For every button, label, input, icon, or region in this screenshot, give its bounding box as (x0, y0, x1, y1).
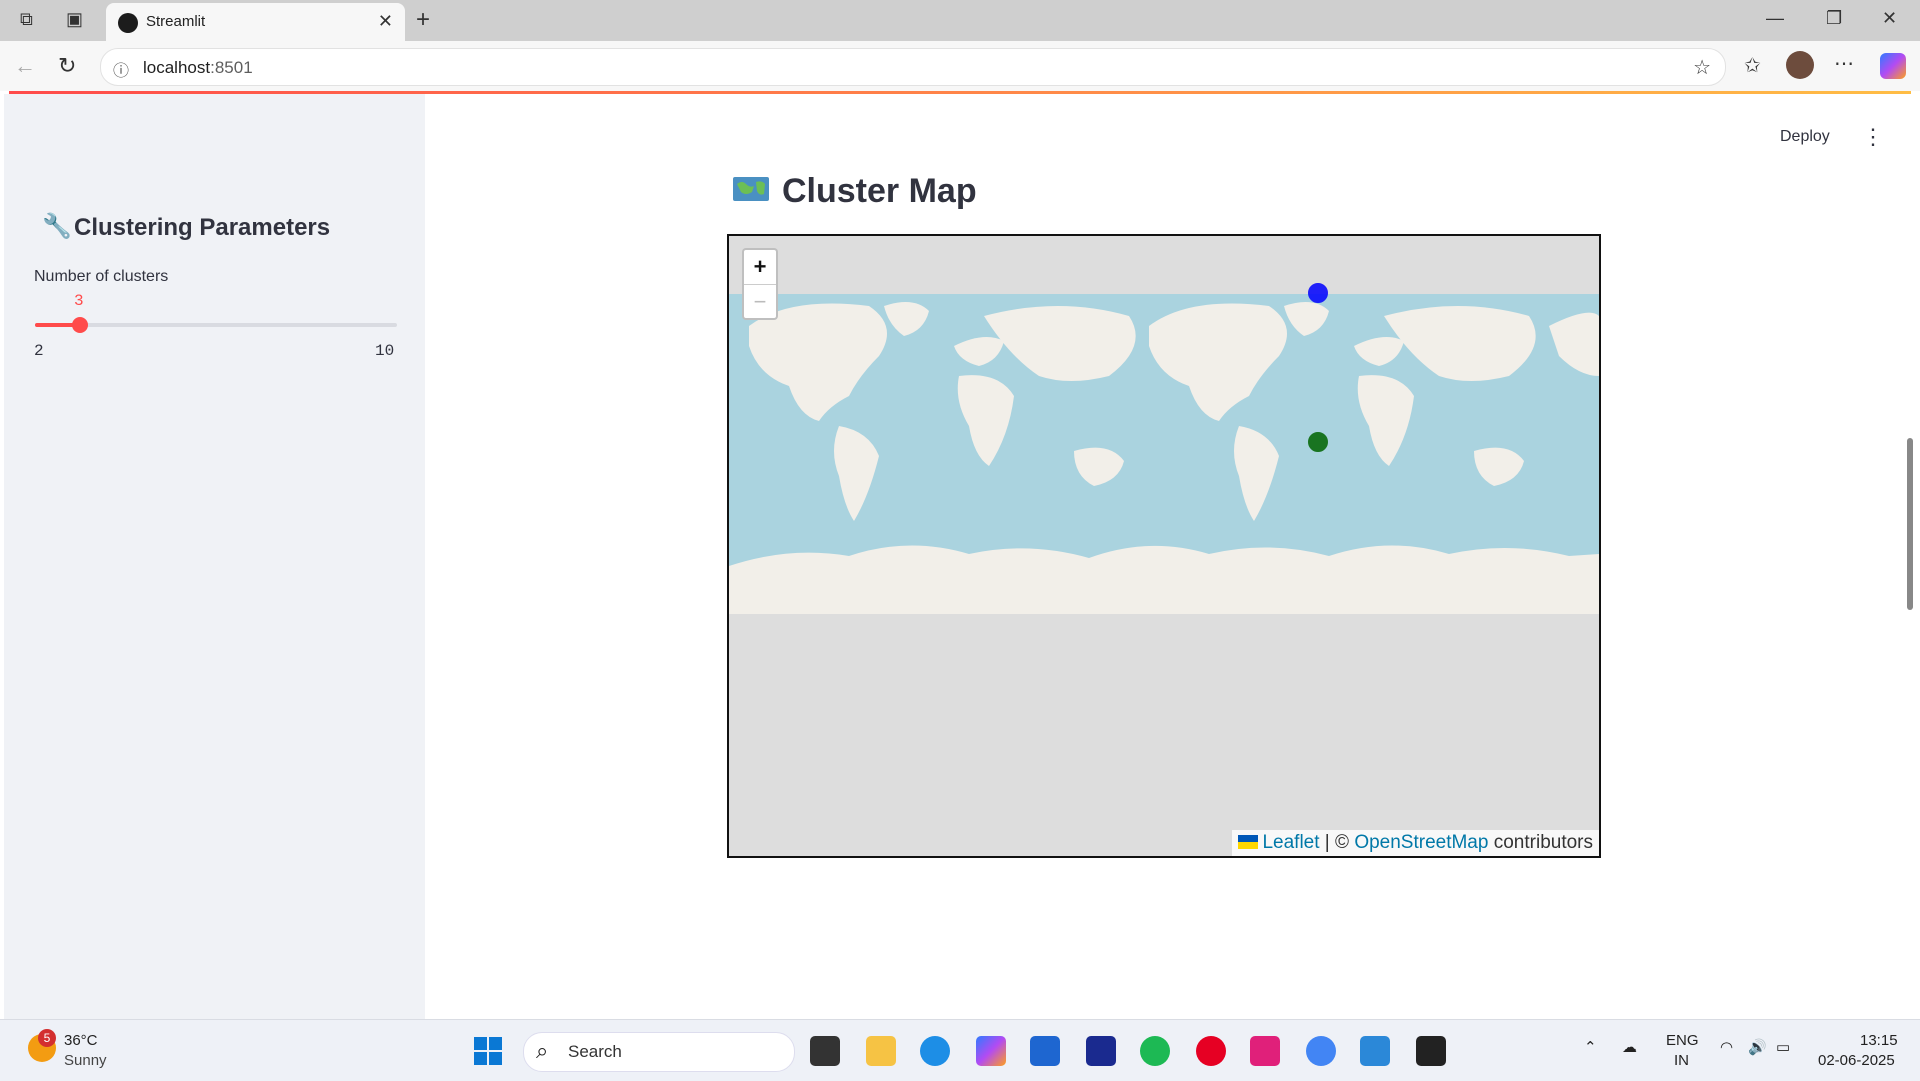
search-label: Search (568, 1042, 622, 1061)
main-menu-icon[interactable]: ⋮ (1862, 124, 1884, 150)
bookmark-star-icon[interactable]: ☆ (1693, 55, 1711, 80)
clock-time[interactable]: 13:15 (1860, 1032, 1898, 1049)
map-attribution: Leaflet | © OpenStreetMap contributors (1232, 830, 1599, 856)
streamlit-favicon-icon (118, 13, 138, 33)
cluster-marker[interactable] (1308, 432, 1328, 452)
wrench-icon: 🔧 (42, 213, 72, 240)
region-label[interactable]: IN (1674, 1052, 1689, 1069)
workspaces-icon[interactable]: ⧉ (20, 9, 33, 30)
slider-min: 2 (34, 342, 44, 360)
close-window-icon[interactable]: ✕ (1882, 8, 1897, 29)
map-tiles (729, 236, 1599, 856)
profile-avatar[interactable] (1786, 51, 1814, 79)
url-host: localhost (143, 58, 211, 77)
browser-tab-bar: ⧉ ▣ Streamlit ✕ + — ❐ ✕ (0, 0, 1920, 41)
world-map-icon (733, 177, 769, 201)
address-toolbar: ← ↻ ⓘ localhost:8501 ☆ ✩ ⋯ (0, 41, 1920, 91)
language-label[interactable]: ENG (1666, 1032, 1699, 1049)
site-info-icon[interactable]: ⓘ (113, 57, 129, 81)
search-icon: ⌕ (536, 1038, 549, 1063)
show-hidden-icons-icon[interactable]: ⌃ (1584, 1038, 1597, 1056)
terminal-icon[interactable] (1416, 1036, 1446, 1066)
taskbar-search[interactable]: ⌕ Search (523, 1032, 795, 1072)
url-text: localhost:8501 (143, 58, 253, 78)
edge-browser-icon[interactable] (920, 1036, 950, 1066)
leaflet-map[interactable]: + − Leaflet | © OpenStreetMap contributo… (727, 234, 1601, 858)
slider-thumb[interactable] (72, 317, 89, 333)
url-port: :8501 (210, 58, 253, 77)
minimize-icon[interactable]: — (1766, 8, 1784, 29)
favorites-icon[interactable]: ✩ (1744, 53, 1761, 78)
windows-start-icon[interactable] (474, 1037, 502, 1065)
close-tab-icon[interactable]: ✕ (378, 11, 393, 32)
zoom-out-button[interactable]: − (744, 285, 776, 319)
l-app-icon[interactable] (1086, 1036, 1116, 1066)
zoom-control: + − (742, 248, 778, 320)
sidebar-title: Clustering Parameters (74, 214, 331, 241)
battery-icon[interactable]: ▭ (1776, 1038, 1790, 1056)
tab-title: Streamlit (146, 13, 206, 30)
weather-condition: Sunny (64, 1052, 107, 1069)
refresh-icon[interactable]: ↻ (58, 53, 76, 79)
onedrive-icon[interactable]: ☁ (1622, 1038, 1637, 1056)
pinterest-icon[interactable] (1196, 1036, 1226, 1066)
page-title: Cluster Map (782, 172, 977, 210)
restore-icon[interactable]: ❐ (1826, 8, 1842, 29)
more-options-icon[interactable]: ⋯ (1834, 51, 1854, 76)
volume-icon[interactable]: 🔊 (1748, 1038, 1767, 1056)
chrome-icon[interactable] (1306, 1036, 1336, 1066)
clusters-slider[interactable] (35, 317, 397, 333)
back-icon[interactable]: ← (14, 53, 36, 79)
slider-current-value: 3 (74, 292, 84, 310)
cluster-marker[interactable] (1308, 283, 1328, 303)
copilot-app-icon[interactable] (976, 1036, 1006, 1066)
k-app-icon[interactable] (1250, 1036, 1280, 1066)
leaflet-link[interactable]: Leaflet (1262, 832, 1319, 853)
sidebar: 🔧 Clustering Parameters Number of cluste… (4, 94, 425, 1019)
weather-temperature: 36°C (64, 1032, 98, 1049)
wifi-icon[interactable]: ◠ (1720, 1038, 1733, 1056)
spotify-icon[interactable] (1140, 1036, 1170, 1066)
page-scrollbar[interactable] (1907, 438, 1913, 610)
attribution-tail: contributors (1488, 832, 1593, 853)
weather-badge-count: 5 (38, 1029, 56, 1047)
zoom-in-button[interactable]: + (744, 250, 776, 285)
photos-app-icon[interactable] (1360, 1036, 1390, 1066)
new-tab-icon[interactable]: + (416, 6, 430, 34)
file-explorer-icon[interactable] (866, 1036, 896, 1066)
browser-tab[interactable]: Streamlit ✕ (106, 3, 405, 41)
ukraine-flag-icon (1238, 835, 1259, 849)
deploy-button[interactable]: Deploy (1780, 128, 1830, 146)
microsoft-store-icon[interactable] (1030, 1036, 1060, 1066)
task-view-icon[interactable] (810, 1036, 840, 1066)
vertical-tabs-icon[interactable]: ▣ (66, 9, 83, 30)
slider-max: 10 (375, 342, 395, 360)
clock-date[interactable]: 02-06-2025 (1818, 1052, 1895, 1069)
windows-taskbar: 5 36°C Sunny ⌕ Search ⌃ ☁ ENG IN ◠ 🔊 ▭ 1… (0, 1019, 1920, 1081)
attribution-separator: | © (1319, 832, 1355, 853)
openstreetmap-link[interactable]: OpenStreetMap (1354, 832, 1488, 853)
address-input[interactable]: ⓘ localhost:8501 ☆ (100, 48, 1726, 86)
slider-label: Number of clusters (34, 268, 169, 285)
copilot-icon[interactable] (1880, 53, 1906, 79)
